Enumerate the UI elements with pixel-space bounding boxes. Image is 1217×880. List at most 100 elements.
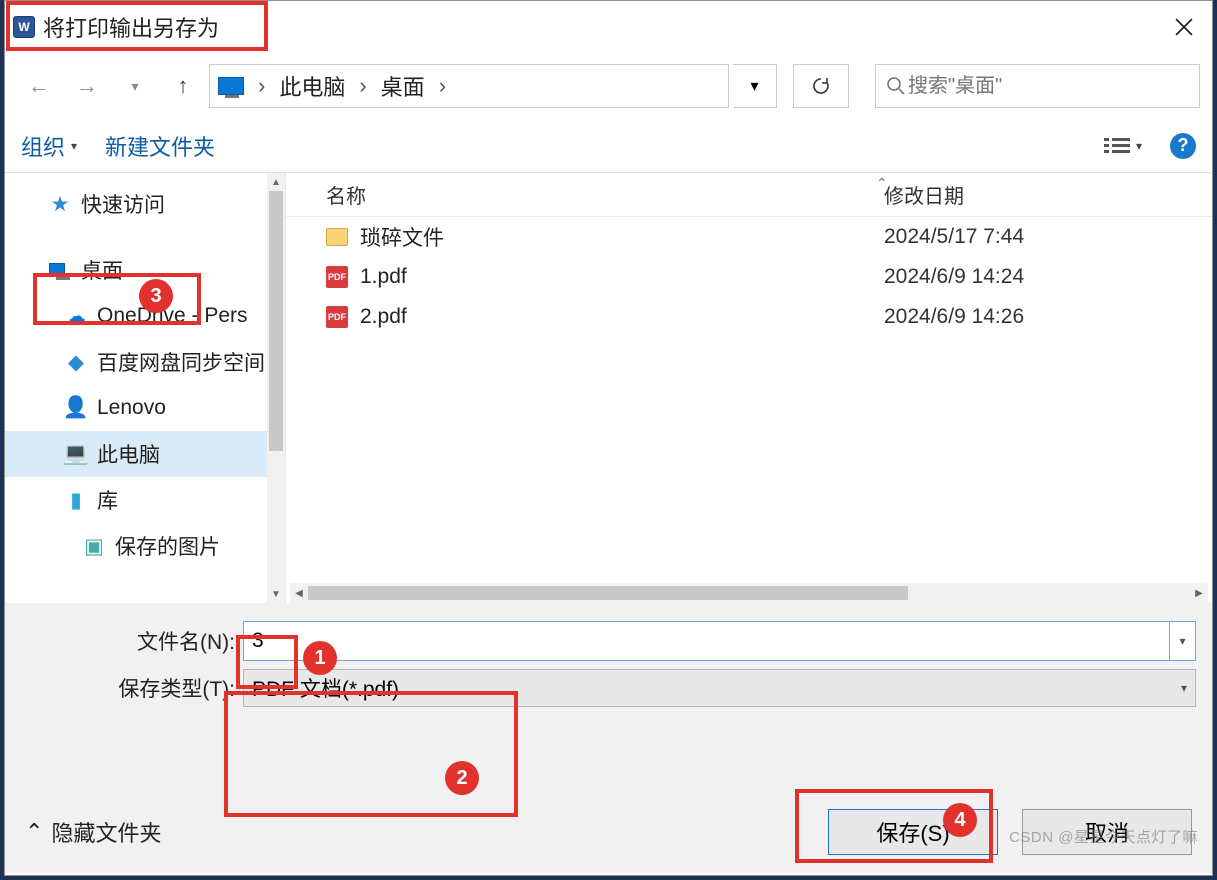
file-name: 琐碎文件: [360, 222, 444, 252]
column-header-date[interactable]: 修改日期: [876, 180, 1212, 209]
chevron-down-icon: [1181, 681, 1187, 695]
sidebar-item-this-pc[interactable]: 💻 此电脑: [5, 431, 267, 477]
file-row[interactable]: PDF 2.pdf 2024/6/9 14:26: [286, 297, 1212, 337]
sidebar-item-desktop[interactable]: 桌面: [5, 247, 267, 293]
sidebar-item-onedrive[interactable]: ☁ OneDrive - Pers: [5, 293, 267, 339]
nav-history-button[interactable]: [113, 64, 157, 108]
refresh-icon: [811, 76, 831, 96]
new-folder-label: 新建文件夹: [105, 130, 215, 162]
onedrive-icon: ☁: [65, 305, 87, 327]
file-list-area: 名称 修改日期 琐碎文件 2024/5/17 7:44 PDF 1.pdf 20…: [285, 173, 1212, 603]
baidu-icon: ◆: [65, 351, 87, 373]
nav-forward-button[interactable]: [65, 64, 109, 108]
list-view-icon: [1104, 136, 1130, 156]
filetype-value: PDF 文档(*.pdf): [252, 673, 399, 703]
nav-row: 此电脑 桌面: [5, 53, 1212, 119]
window-title: 将打印输出另存为: [43, 11, 219, 43]
chevron-down-icon: [71, 139, 77, 153]
scroll-right-button[interactable]: ▶: [1190, 584, 1208, 602]
sidebar-item-label: 桌面: [81, 255, 123, 285]
sidebar-scrollbar[interactable]: ▲ ▼: [267, 173, 285, 603]
library-icon: ▮: [65, 489, 87, 511]
chevron-right-icon: [357, 73, 368, 99]
sidebar-item-lenovo[interactable]: 👤 Lenovo: [5, 385, 267, 431]
pictures-icon: ▣: [83, 535, 105, 557]
help-button[interactable]: ?: [1170, 133, 1196, 159]
sidebar-item-label: OneDrive - Pers: [97, 304, 248, 328]
sidebar: ★ 快速访问 桌面 ☁ OneDrive - Pers ◆ 百度网盘同步空间 👤: [5, 173, 285, 603]
filename-input[interactable]: [243, 621, 1170, 661]
file-row[interactable]: PDF 1.pdf 2024/6/9 14:24: [286, 257, 1212, 297]
sidebar-item-libraries[interactable]: ▮ 库: [5, 477, 267, 523]
chevron-down-icon: [1136, 139, 1142, 153]
scroll-down-button[interactable]: ▼: [267, 585, 285, 603]
sidebar-item-label: 库: [97, 485, 118, 515]
scroll-thumb[interactable]: [308, 586, 908, 600]
save-as-dialog: W 将打印输出另存为 此电脑 桌面 组织: [4, 0, 1213, 876]
monitor-icon: [49, 259, 71, 281]
address-dropdown-button[interactable]: [733, 64, 777, 108]
sidebar-item-saved-pictures[interactable]: ▣ 保存的图片: [5, 523, 267, 569]
sidebar-item-baidu[interactable]: ◆ 百度网盘同步空间: [5, 339, 267, 385]
view-mode-button[interactable]: [1104, 136, 1142, 156]
filetype-select[interactable]: PDF 文档(*.pdf): [243, 669, 1196, 707]
file-list-hscrollbar[interactable]: ◀ ▶: [290, 583, 1208, 603]
scroll-left-button[interactable]: ◀: [290, 584, 308, 602]
breadcrumb-desktop[interactable]: 桌面: [375, 70, 431, 102]
hide-folders-label: 隐藏文件夹: [51, 816, 161, 848]
toolbar: 组织 新建文件夹 ?: [5, 119, 1212, 173]
refresh-button[interactable]: [793, 64, 849, 108]
word-app-icon: W: [13, 16, 35, 38]
file-date: 2024/6/9 14:26: [876, 305, 1212, 329]
pdf-icon: PDF: [326, 306, 348, 328]
sidebar-item-label: 保存的图片: [115, 531, 220, 561]
chevron-down-icon: [1179, 634, 1185, 648]
filetype-label: 保存类型(T):: [21, 673, 243, 703]
filename-dropdown-button[interactable]: [1170, 621, 1196, 661]
title-bar: W 将打印输出另存为: [5, 1, 1212, 53]
file-name: 1.pdf: [360, 265, 407, 289]
organize-button[interactable]: 组织: [21, 130, 77, 162]
chevron-right-icon: [256, 73, 267, 99]
sidebar-item-label: Lenovo: [97, 396, 166, 420]
organize-label: 组织: [21, 130, 65, 162]
filename-label: 文件名(N):: [21, 626, 243, 656]
folder-tree[interactable]: ★ 快速访问 桌面 ☁ OneDrive - Pers ◆ 百度网盘同步空间 👤: [5, 173, 267, 603]
search-box[interactable]: [875, 64, 1200, 108]
close-icon: [1175, 18, 1193, 36]
breadcrumb-this-pc[interactable]: 此电脑: [273, 70, 351, 102]
file-row[interactable]: 琐碎文件 2024/5/17 7:44: [286, 217, 1212, 257]
hide-folders-toggle[interactable]: ⌃ 隐藏文件夹: [25, 816, 161, 848]
pdf-icon: PDF: [326, 266, 348, 288]
sidebar-item-quick-access[interactable]: ★ 快速访问: [5, 181, 267, 227]
sidebar-item-label: 百度网盘同步空间: [97, 347, 265, 377]
monitor-icon: [218, 77, 244, 95]
star-icon: ★: [49, 193, 71, 215]
close-button[interactable]: [1164, 7, 1204, 47]
scroll-up-button[interactable]: ▲: [267, 173, 285, 191]
user-icon: 👤: [65, 397, 87, 419]
search-icon: [886, 76, 906, 96]
sidebar-item-label: 快速访问: [81, 189, 165, 219]
address-bar[interactable]: 此电脑 桌面: [209, 64, 729, 108]
search-input[interactable]: [906, 74, 1189, 99]
nav-up-button[interactable]: [161, 64, 205, 108]
scroll-thumb[interactable]: [269, 191, 283, 451]
content-area: ★ 快速访问 桌面 ☁ OneDrive - Pers ◆ 百度网盘同步空间 👤: [5, 173, 1212, 603]
new-folder-button[interactable]: 新建文件夹: [105, 130, 215, 162]
pc-icon: 💻: [65, 443, 87, 465]
sidebar-item-label: 此电脑: [97, 439, 160, 469]
file-name: 2.pdf: [360, 305, 407, 329]
watermark-text: CSDN @星星今天点灯了嘛: [1009, 826, 1198, 847]
save-button[interactable]: 保存(S): [828, 809, 998, 855]
file-date: 2024/5/17 7:44: [876, 225, 1212, 249]
column-header-name[interactable]: 名称: [286, 180, 876, 209]
file-date: 2024/6/9 14:24: [876, 265, 1212, 289]
nav-back-button[interactable]: [17, 64, 61, 108]
chevron-down-icon: [750, 76, 758, 96]
sort-ascending-icon: [876, 175, 888, 192]
chevron-right-icon: [437, 73, 448, 99]
folder-icon: [326, 228, 348, 246]
chevron-up-icon: ⌃: [25, 819, 43, 845]
file-list-header: 名称 修改日期: [286, 173, 1212, 217]
